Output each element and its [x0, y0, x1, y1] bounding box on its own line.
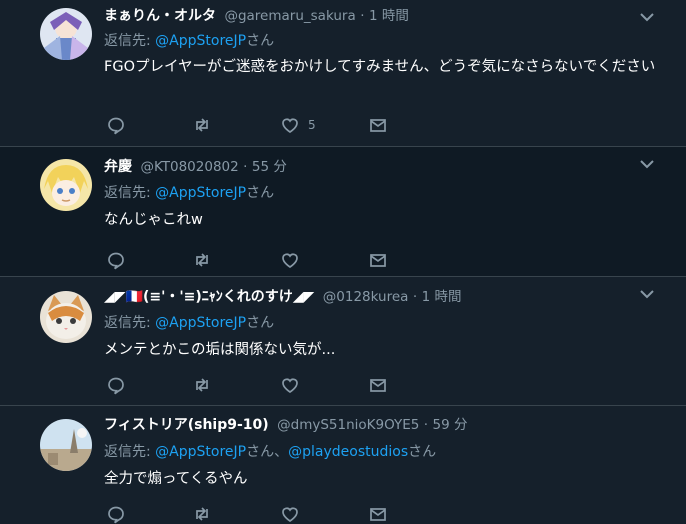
- reply-icon: [108, 252, 124, 270]
- avatar[interactable]: [40, 159, 92, 211]
- avatar[interactable]: [40, 419, 92, 471]
- mention-link[interactable]: @AppStoreJP: [155, 444, 246, 460]
- separator: ·: [243, 159, 248, 175]
- reply-mid: さん、: [246, 444, 289, 460]
- reply-icon: [108, 377, 124, 395]
- mention-link[interactable]: @AppStoreJP: [155, 185, 246, 201]
- retweet-icon: [196, 507, 208, 521]
- tweet[interactable]: まぁりん・オルタ @garemaru_sakura · 1 時間 返信先: @A…: [0, 0, 686, 147]
- separator: ·: [360, 8, 365, 24]
- reply-button[interactable]: [106, 248, 126, 272]
- timestamp[interactable]: 55 分: [252, 159, 287, 175]
- retweet-icon: [196, 378, 208, 392]
- direct-message-button[interactable]: [368, 248, 388, 272]
- user-handle[interactable]: @dmyS51nioK9OYE5: [277, 417, 419, 433]
- reply-label: 返信先:: [104, 444, 156, 460]
- tweet-text: なんじゃこれw: [104, 212, 203, 228]
- like-button[interactable]: [280, 502, 300, 524]
- reply-context: 返信先: @AppStoreJPさん: [104, 31, 274, 51]
- direct-message-icon: [370, 119, 386, 132]
- like-count: 5: [308, 118, 316, 132]
- direct-message-button[interactable]: [368, 113, 388, 137]
- reply-suffix: さん: [246, 33, 275, 49]
- tweet-header: ◢◤🇫🇷(≡'・'≡)ﾆｬﾝくれのすけ◢◤ @0128kurea · 1 時間: [104, 287, 636, 307]
- reply-context: 返信先: @AppStoreJPさん、@playdeostudiosさん: [104, 442, 436, 462]
- tweet[interactable]: フィストリア(ship9-10) @dmyS51nioK9OYE5 · 59 分…: [0, 406, 686, 524]
- tweet[interactable]: 弁慶 @KT08020802 · 55 分 返信先: @AppStoreJPさん…: [0, 147, 686, 277]
- reply-button[interactable]: [106, 502, 126, 524]
- timestamp[interactable]: 1 時間: [369, 8, 409, 24]
- tweet-text: 全力で煽ってくるやん: [104, 471, 248, 487]
- tweet-header: 弁慶 @KT08020802 · 55 分: [104, 157, 636, 177]
- like-icon: [282, 507, 298, 522]
- avatar[interactable]: [40, 8, 92, 60]
- reply-suffix: さん: [408, 444, 437, 460]
- avatar[interactable]: [40, 291, 92, 343]
- like-button[interactable]: 5: [280, 113, 316, 137]
- mention-link[interactable]: @playdeostudios: [288, 444, 408, 460]
- like-icon: [282, 253, 298, 268]
- reply-context: 返信先: @AppStoreJPさん: [104, 313, 274, 333]
- tweet-text: FGOプレイヤーがご迷惑をおかけしてすみません、どうぞ気になさらないでください: [104, 59, 656, 75]
- direct-message-icon: [370, 254, 386, 267]
- tweet-header: まぁりん・オルタ @garemaru_sakura · 1 時間: [104, 6, 636, 26]
- like-icon: [282, 378, 298, 393]
- chevron-down-icon[interactable]: [638, 285, 656, 303]
- like-button[interactable]: [280, 248, 300, 272]
- tweet-actions: [104, 248, 424, 272]
- display-name[interactable]: ◢◤🇫🇷(≡'・'≡)ﾆｬﾝくれのすけ◢◤: [104, 289, 314, 305]
- separator: ·: [412, 289, 418, 305]
- display-name[interactable]: まぁりん・オルタ: [104, 8, 216, 24]
- reply-icon: [108, 506, 124, 524]
- direct-message-button[interactable]: [368, 373, 388, 397]
- timestamp[interactable]: 1 時間: [422, 289, 462, 305]
- tweet[interactable]: ◢◤🇫🇷(≡'・'≡)ﾆｬﾝくれのすけ◢◤ @0128kurea · 1 時間 …: [0, 277, 686, 406]
- display-name[interactable]: 弁慶: [104, 159, 132, 175]
- direct-message-icon: [370, 508, 386, 521]
- retweet-button[interactable]: [192, 248, 212, 272]
- display-name[interactable]: フィストリア(ship9-10): [104, 417, 269, 433]
- timeline: まぁりん・オルタ @garemaru_sakura · 1 時間 返信先: @A…: [0, 0, 686, 524]
- tweet-actions: 5: [104, 113, 424, 137]
- reply-label: 返信先:: [104, 185, 156, 201]
- chevron-down-icon[interactable]: [638, 8, 656, 26]
- reply-button[interactable]: [106, 113, 126, 137]
- retweet-button[interactable]: [192, 113, 212, 137]
- tweet-actions: [104, 502, 424, 524]
- direct-message-icon: [370, 379, 386, 392]
- retweet-button[interactable]: [192, 373, 212, 397]
- retweet-button[interactable]: [192, 502, 212, 524]
- user-handle[interactable]: @garemaru_sakura: [224, 8, 355, 24]
- retweet-icon: [196, 253, 208, 267]
- tweet-text: メンテとかこの垢は関係ない気が...: [104, 342, 336, 358]
- user-handle[interactable]: @0128kurea: [323, 289, 409, 305]
- tweet-actions: [104, 373, 424, 397]
- reply-context: 返信先: @AppStoreJPさん: [104, 183, 274, 203]
- reply-suffix: さん: [246, 185, 275, 201]
- chevron-down-icon[interactable]: [638, 155, 656, 173]
- direct-message-button[interactable]: [368, 502, 388, 524]
- reply-label: 返信先:: [104, 315, 156, 331]
- timestamp[interactable]: 59 分: [433, 417, 468, 433]
- mention-link[interactable]: @AppStoreJP: [155, 33, 246, 49]
- like-button[interactable]: [280, 373, 300, 397]
- mention-link[interactable]: @AppStoreJP: [155, 315, 246, 331]
- reply-button[interactable]: [106, 373, 126, 397]
- reply-icon: [108, 117, 124, 135]
- reply-label: 返信先:: [104, 33, 156, 49]
- user-handle[interactable]: @KT08020802: [140, 159, 238, 175]
- reply-suffix: さん: [246, 315, 275, 331]
- like-icon: [282, 118, 298, 133]
- retweet-icon: [196, 118, 208, 132]
- separator: ·: [423, 417, 429, 433]
- tweet-header: フィストリア(ship9-10) @dmyS51nioK9OYE5 · 59 分: [104, 415, 636, 435]
